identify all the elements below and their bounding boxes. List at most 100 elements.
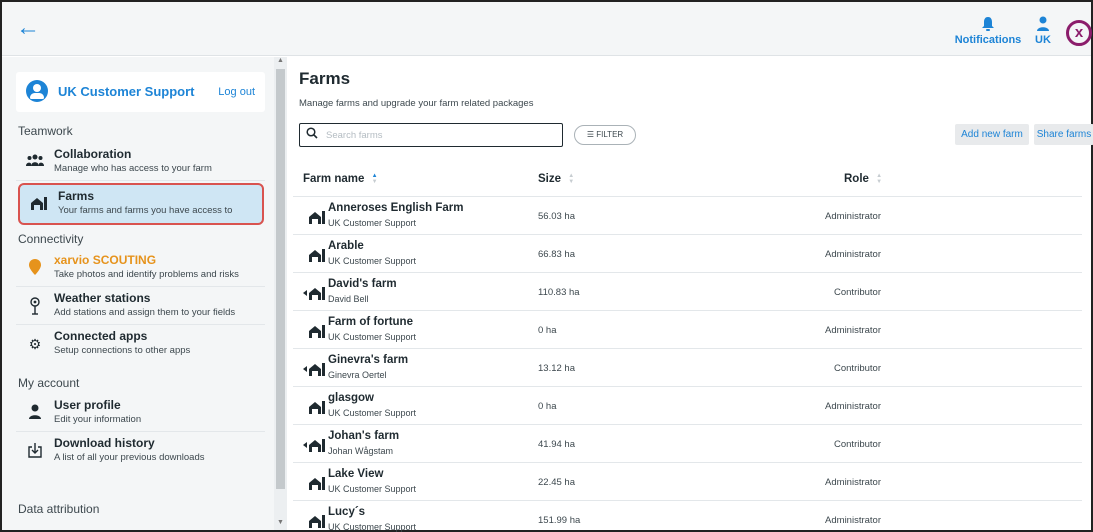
column-header-size[interactable]: Size ▲ ▼ (538, 173, 576, 185)
scroll-up-icon[interactable]: ▲ (274, 57, 287, 67)
farm-name[interactable]: Lucy´s (328, 506, 365, 518)
sidebar-item-label: Download history (54, 436, 155, 450)
sidebar-item-connected-apps[interactable]: ⚙ Connected apps Setup connections to ot… (16, 325, 265, 363)
farm-owner: David Bell (328, 294, 369, 304)
table-row[interactable]: Ginevra's farm Ginevra Oertel 13.12 ha Cont… (293, 349, 1082, 387)
farm-icon (303, 513, 327, 529)
table-row[interactable]: Arable UK Customer Support 66.83 ha Adminis… (293, 235, 1082, 273)
table-body: Anneroses English Farm UK Customer Suppor… (293, 197, 1082, 532)
farm-role: Contributor (834, 363, 881, 374)
farm-size: 56.03 ha (538, 211, 575, 222)
user-menu-label: UK (1035, 34, 1051, 46)
logout-link[interactable]: Log out (218, 86, 255, 98)
sort-icon: ▲ ▼ (568, 173, 575, 185)
sidebar-item-weather-stations[interactable]: Weather stations Add stations and assign… (16, 287, 265, 325)
filter-icon: ☰ (586, 130, 594, 139)
farm-owner: UK Customer Support (328, 256, 417, 266)
table-row[interactable]: Lake View UK Customer Support 22.45 ha Admi… (293, 463, 1082, 501)
sidebar-item-label: xarvio SCOUTING (54, 253, 157, 267)
sidebar-item-sublabel: Manage who has access to your farm (54, 163, 212, 174)
table-header: Farm name ▲ ▼ Size ▲ ▼ Role ▲ ▼ (293, 159, 1082, 197)
bell-icon (950, 16, 1026, 34)
share-farms-button[interactable]: Share farms (1034, 124, 1093, 145)
farm-icon (303, 209, 327, 225)
gear-icon: ⚙ (28, 336, 42, 352)
farm-role: Administrator (825, 211, 881, 222)
farm-name[interactable]: David's farm (328, 278, 397, 290)
farm-icon (303, 323, 327, 339)
table-row[interactable]: Johan's farm Johan Wågstam 41.94 ha Contrib… (293, 425, 1082, 463)
sidebar-item-sublabel: Add stations and assign them to your fie… (54, 307, 236, 318)
shared-farm-icon (303, 285, 327, 301)
section-connectivity: Connectivity (18, 232, 84, 246)
column-label: Size (538, 173, 562, 186)
farm-size: 13.12 ha (538, 363, 575, 374)
scrollbar-thumb[interactable] (276, 69, 285, 489)
people-icon (26, 153, 44, 171)
section-teamwork: Teamwork (18, 124, 73, 138)
sidebar-item-collaboration[interactable]: Collaboration Manage who has access to y… (16, 143, 265, 181)
sort-ascending-icon: ▲ ▼ (371, 173, 378, 185)
column-header-name[interactable]: Farm name ▲ ▼ (303, 173, 380, 185)
arrow-left-icon: ← (16, 14, 40, 41)
user-name: UK Customer Support (58, 84, 195, 99)
sidebar-item-label: Farms (58, 189, 95, 203)
farm-icon (303, 247, 327, 263)
farm-role: Administrator (825, 249, 881, 260)
farm-icon (30, 195, 48, 213)
farm-name[interactable]: Lake View (328, 468, 383, 480)
farm-name[interactable]: Arable (328, 240, 364, 252)
farm-icon (303, 475, 327, 491)
sidebar-item-scouting[interactable]: xarvio SCOUTING Take photos and identify… (16, 249, 265, 287)
column-header-role[interactable]: Role ▲ ▼ (844, 173, 884, 185)
back-button[interactable]: ← (16, 16, 42, 42)
farm-owner: UK Customer Support (328, 408, 417, 418)
farm-size: 66.83 ha (538, 249, 575, 260)
sidebar-item-sublabel: Setup connections to other apps (54, 345, 191, 356)
farm-role: Administrator (825, 477, 881, 488)
search-box[interactable] (299, 123, 563, 147)
notifications-button[interactable]: Notifications (950, 16, 1026, 46)
sidebar-item-label: User profile (54, 398, 121, 412)
farm-role: Administrator (825, 401, 881, 412)
farm-size: 0 ha (538, 401, 557, 412)
farm-name[interactable]: Anneroses English Farm (328, 202, 463, 214)
farm-name[interactable]: Johan's farm (328, 430, 399, 442)
xarvio-logo-icon[interactable]: x (1066, 20, 1092, 46)
farm-size: 110.83 ha (538, 287, 580, 298)
user-menu-button[interactable]: UK (1028, 16, 1058, 46)
weather-station-icon (26, 297, 44, 315)
download-icon (26, 442, 44, 460)
add-farm-button[interactable]: Add new farm (955, 124, 1029, 145)
filter-button[interactable]: ☰ FILTER (574, 125, 636, 145)
sidebar-item-user-profile[interactable]: User profile Edit your information (16, 394, 265, 432)
section-data-attribution: Data attribution (18, 502, 100, 516)
farm-name[interactable]: glasgow (328, 392, 374, 404)
sidebar-item-download-history[interactable]: Download history A list of all your prev… (16, 432, 265, 470)
sidebar-item-label: Connected apps (54, 329, 148, 343)
farm-name[interactable]: Farm of fortune (328, 316, 413, 328)
table-row[interactable]: Lucy´s UK Customer Support 151.99 ha Admini… (293, 501, 1082, 532)
farm-owner: UK Customer Support (328, 218, 417, 228)
table-row[interactable]: Farm of fortune UK Customer Support 0 ha Ad… (293, 311, 1082, 349)
farm-role: Administrator (825, 515, 881, 526)
farm-owner: UK Customer Support (328, 332, 417, 342)
user-icon (1028, 16, 1058, 34)
table-row[interactable]: Anneroses English Farm UK Customer Suppor… (293, 197, 1082, 235)
search-icon (306, 127, 318, 142)
sidebar-item-label: Collaboration (54, 147, 132, 161)
sort-icon: ▲ ▼ (876, 173, 883, 185)
farm-name[interactable]: Ginevra's farm (328, 354, 408, 366)
farm-role: Contributor (834, 439, 881, 450)
sidebar-scrollbar[interactable]: ▲ ▼ (274, 57, 287, 530)
table-row[interactable]: glasgow UK Customer Support 0 ha Administra… (293, 387, 1082, 425)
search-input[interactable] (326, 127, 556, 143)
scroll-down-icon[interactable]: ▼ (274, 519, 287, 529)
location-pin-icon (26, 259, 44, 277)
sidebar-item-sublabel: Your farms and farms you have access to (58, 205, 233, 216)
column-label: Farm name (303, 173, 365, 186)
sidebar-item-farms[interactable]: Farms Your farms and farms you have acce… (18, 183, 264, 225)
sidebar-item-sublabel: Take photos and identify problems and ri… (54, 269, 239, 280)
notifications-label: Notifications (954, 34, 1022, 46)
table-row[interactable]: David's farm David Bell 110.83 ha Contribut… (293, 273, 1082, 311)
